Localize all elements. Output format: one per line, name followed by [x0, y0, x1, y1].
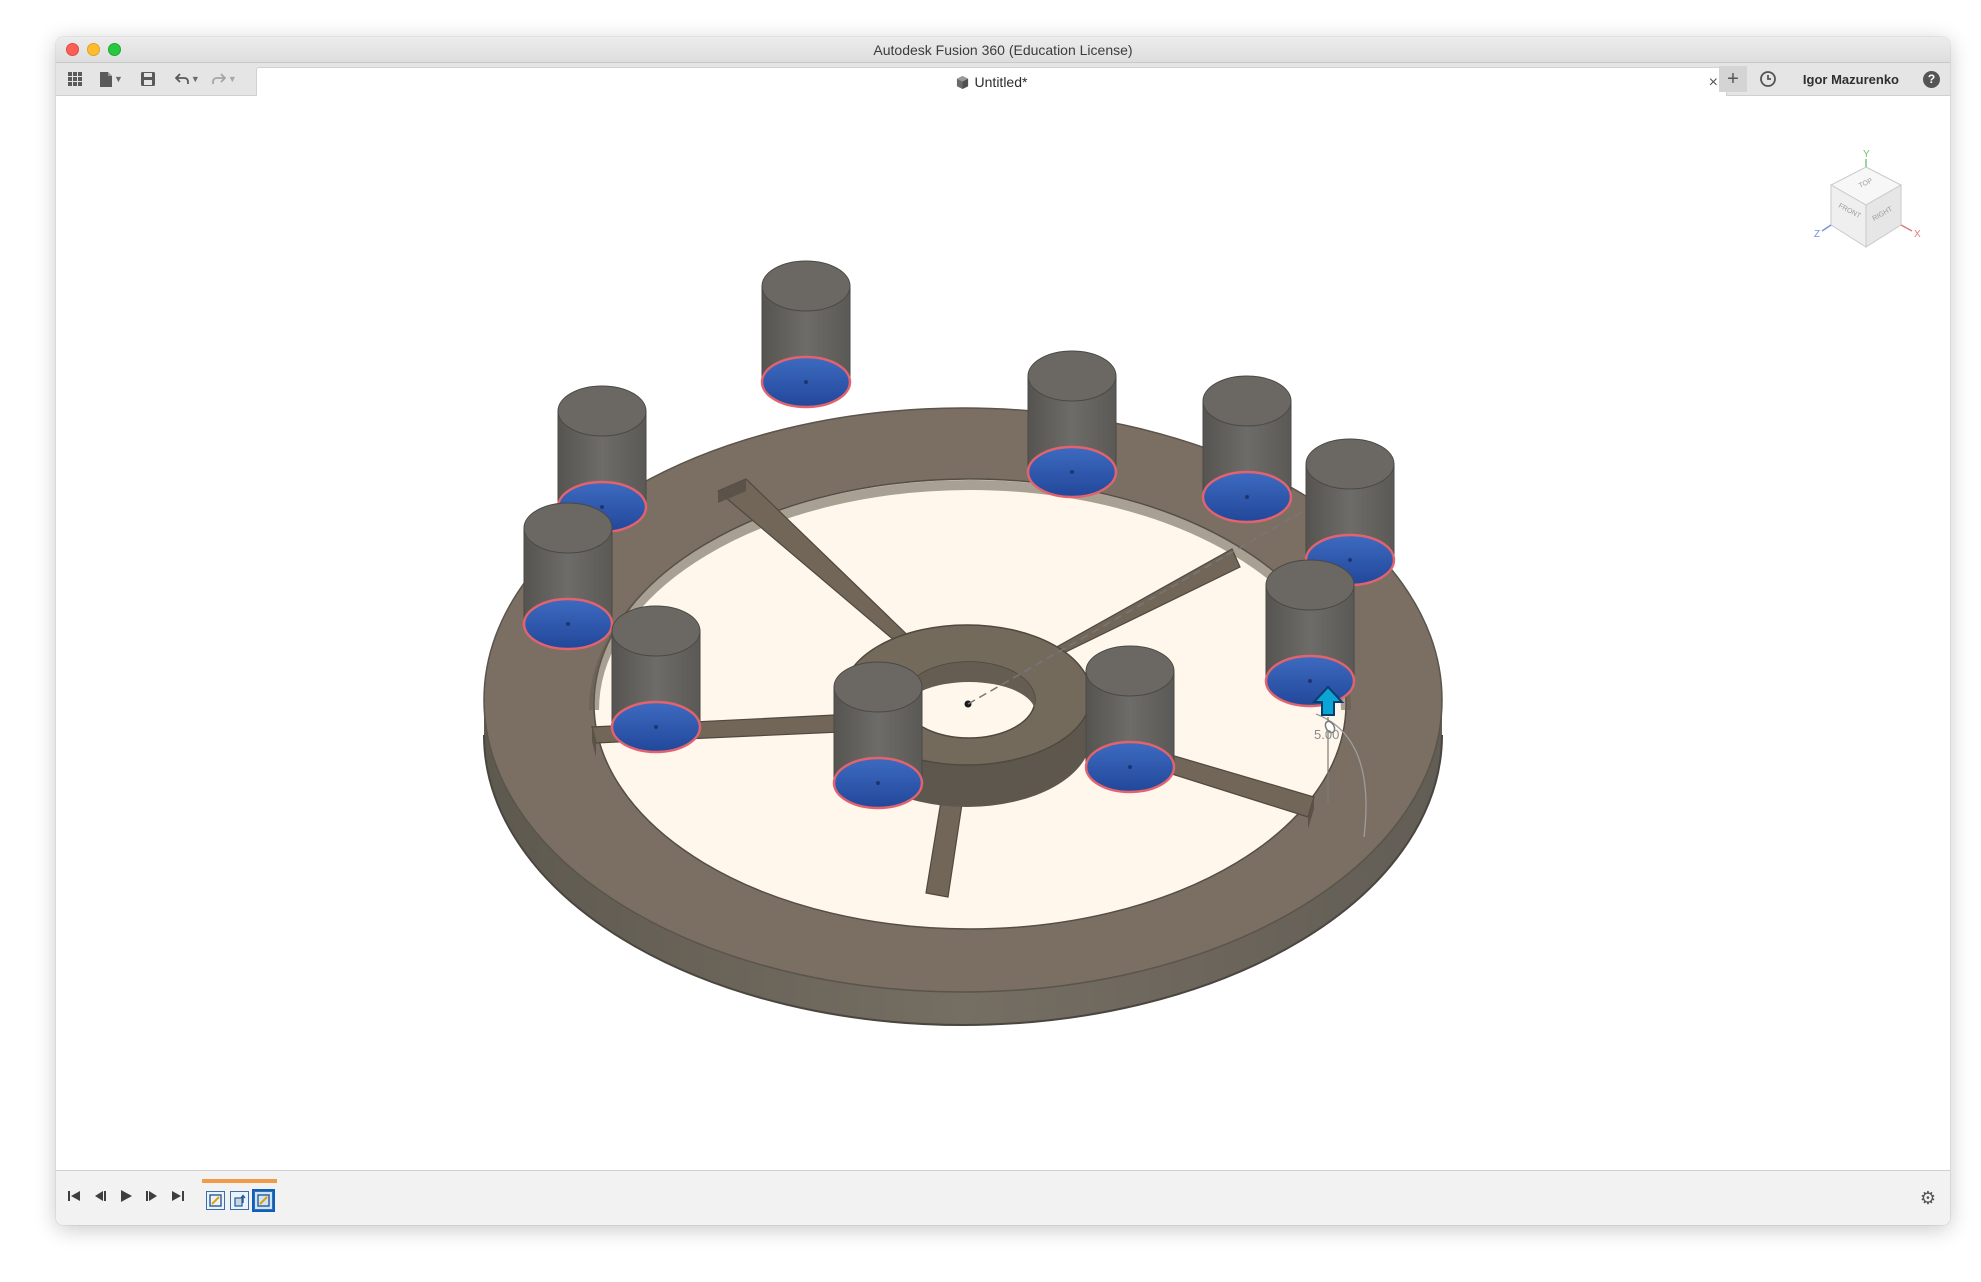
extrude-icon — [234, 1193, 246, 1207]
cylinder[interactable] — [1026, 350, 1118, 499]
job-status-button[interactable] — [1757, 68, 1779, 90]
chevron-down-icon: ▼ — [227, 74, 237, 84]
cylinder[interactable] — [832, 661, 924, 810]
cylinder[interactable] — [610, 605, 702, 754]
timeline-sketch-feature-selected[interactable] — [252, 1188, 275, 1212]
axis-z-label: Z — [1814, 229, 1820, 240]
document-tab[interactable]: Untitled* × — [256, 67, 1727, 96]
play-button[interactable] — [118, 1187, 134, 1205]
gear-icon[interactable]: ⚙ — [1920, 1188, 1936, 1209]
clock-icon — [1760, 71, 1776, 87]
toolbar-right: + Igor Mazurenko ? — [1718, 66, 1940, 92]
timeline-bar: ⚙ — [56, 1170, 1950, 1225]
window-title: Autodesk Fusion 360 (Education License) — [873, 41, 1133, 58]
title-bar: Autodesk Fusion 360 (Education License) — [56, 37, 1950, 63]
file-menu-button[interactable]: ▼ — [100, 68, 123, 90]
step-back-button[interactable] — [92, 1187, 108, 1205]
play-icon — [121, 1190, 132, 1202]
close-window-button[interactable] — [66, 43, 79, 56]
new-tab-button[interactable]: + — [1718, 66, 1747, 92]
undo-icon — [174, 73, 189, 84]
sketch-icon — [209, 1193, 222, 1207]
timeline-extrude-feature[interactable] — [230, 1190, 249, 1210]
grid-icon — [68, 72, 82, 86]
step-back-icon — [95, 1191, 106, 1201]
chevron-down-icon: ▼ — [190, 74, 200, 84]
document-tab-title: Untitled* — [974, 74, 1028, 90]
app-toolbar: ▼ ▼ ▼ Untitled* × + Igor Mazurenko ? — [56, 63, 1950, 96]
skip-start-icon — [68, 1191, 80, 1201]
zoom-window-button[interactable] — [108, 43, 121, 56]
file-icon — [100, 71, 112, 87]
chevron-down-icon: ▼ — [114, 74, 123, 84]
step-forward-button[interactable] — [144, 1187, 160, 1205]
user-name[interactable]: Igor Mazurenko — [1793, 72, 1909, 87]
data-panel-button[interactable] — [64, 68, 86, 90]
sketch-icon — [257, 1193, 270, 1207]
cylinder[interactable] — [522, 502, 614, 651]
dimension-value[interactable]: 5.00 — [1314, 727, 1339, 742]
skip-end-icon — [172, 1191, 184, 1201]
undo-button[interactable]: ▼ — [174, 68, 200, 90]
save-button[interactable] — [137, 68, 159, 90]
timeline-sketch-feature[interactable] — [206, 1190, 225, 1210]
design-canvas[interactable]: 5.00 TOP FRONT RIGHT Y X Z — [56, 97, 1950, 1100]
viewcube[interactable]: TOP FRONT RIGHT Y X Z — [1814, 149, 1921, 248]
axis-y-label: Y — [1863, 149, 1870, 160]
cylinder[interactable] — [760, 260, 852, 409]
component-icon — [956, 75, 968, 89]
skip-to-end-button[interactable] — [170, 1187, 186, 1205]
model-view[interactable]: 5.00 TOP FRONT RIGHT Y X Z — [56, 97, 1950, 1100]
app-window: Autodesk Fusion 360 (Education License) — [56, 37, 1950, 1225]
close-icon[interactable]: × — [1709, 74, 1718, 92]
step-forward-icon — [146, 1191, 157, 1201]
save-icon — [140, 72, 155, 86]
timeline-controls — [66, 1187, 186, 1205]
skip-to-start-button[interactable] — [66, 1187, 82, 1205]
help-icon[interactable]: ? — [1923, 70, 1940, 88]
cylinder[interactable] — [1084, 645, 1176, 794]
redo-icon — [211, 73, 226, 84]
minimize-window-button[interactable] — [87, 43, 100, 56]
toolbar-left: ▼ ▼ ▼ — [64, 68, 237, 90]
redo-button[interactable]: ▼ — [211, 68, 237, 90]
window-controls — [66, 43, 121, 56]
cylinder[interactable] — [1201, 375, 1293, 524]
cylinder[interactable] — [1264, 559, 1356, 708]
axis-x-label: X — [1914, 229, 1921, 240]
timeline-features — [202, 1179, 277, 1213]
